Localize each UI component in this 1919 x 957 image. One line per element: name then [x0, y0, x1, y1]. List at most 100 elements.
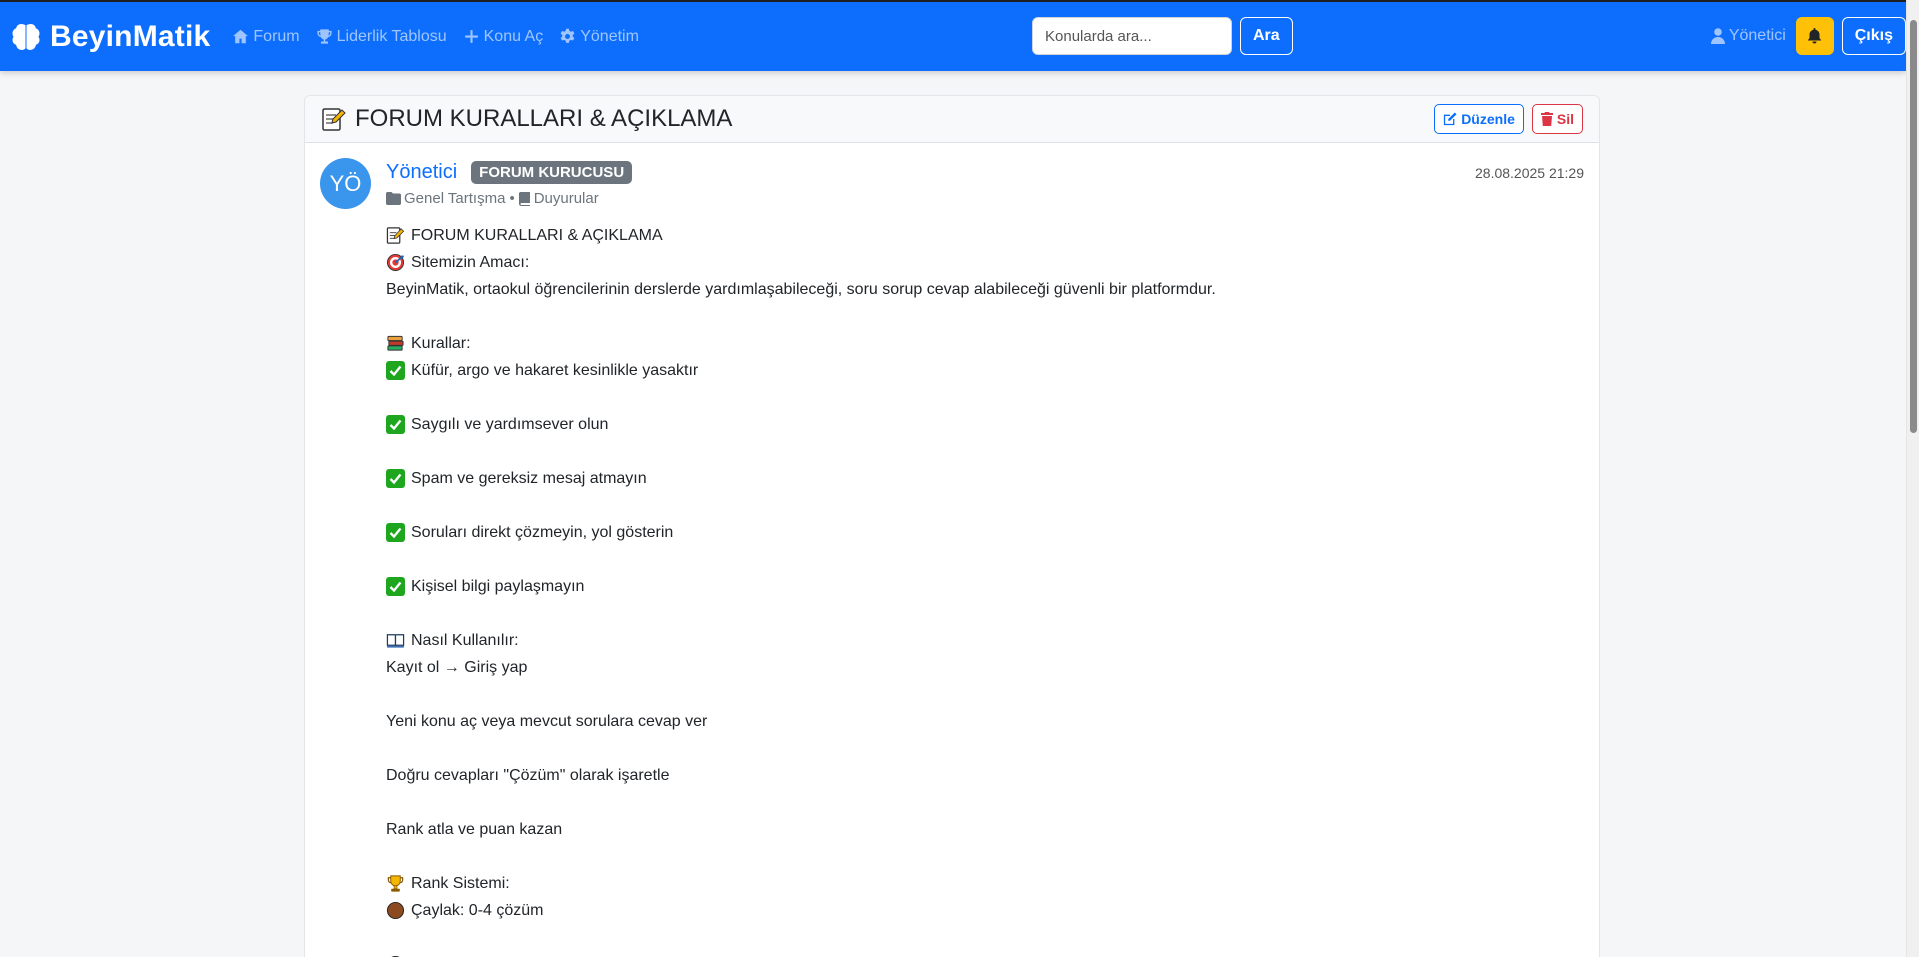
nav-admin[interactable]: Yönetim: [559, 28, 639, 46]
post-line: Kayıt ol → Giriş yap: [386, 654, 1566, 681]
post-body: FORUM KURALLARI & AÇIKLAMA Sitemizin Amac…: [386, 222, 1566, 957]
check-icon: [386, 523, 405, 542]
edit-icon: [1444, 112, 1457, 126]
nav-new-topic-label: Konu Aç: [483, 27, 544, 45]
post-line-text: FORUM KURALLARI & AÇIKLAMA: [411, 227, 663, 244]
author-name[interactable]: Yönetici: [386, 161, 457, 184]
user-profile-link[interactable]: Yönetici: [1710, 27, 1786, 45]
check-icon: [386, 415, 405, 434]
post-line: Doğru cevapları "Çözüm" olarak işaretle: [386, 762, 1566, 789]
post-line-text: Yeni konu aç veya mevcut sorulara cevap …: [386, 713, 708, 730]
nav-new-topic[interactable]: Konu Aç: [463, 27, 544, 46]
home-icon: [233, 29, 249, 44]
brand-name: BeyinMatik: [50, 19, 211, 53]
post-line-text: Nasıl Kullanılır:: [411, 632, 519, 649]
topic-title-text: FORUM KURALLARI & AÇIKLAMA: [355, 105, 733, 132]
post-line-text: Çaylak: 0-4 çözüm: [411, 902, 544, 919]
post-line-text: Rank Sistemi:: [411, 875, 510, 892]
delete-button[interactable]: Sil: [1531, 104, 1583, 134]
delete-button-label: Sil: [1556, 111, 1574, 127]
user-icon: [1710, 28, 1725, 44]
post-line-text: Sitemizin Amacı:: [411, 254, 530, 271]
gear-icon: [560, 28, 575, 43]
book-icon: [518, 191, 530, 206]
avatar[interactable]: YÖ: [320, 158, 371, 209]
trophy-icon: [386, 874, 405, 893]
post-line-text: BeyinMatik, ortaokul öğrencilerinin ders…: [386, 281, 1216, 298]
post-line: Kişisel bilgi paylaşmayın: [386, 573, 1566, 600]
book-icon: [386, 631, 405, 650]
post-line-text: Rank atla ve puan kazan: [386, 821, 563, 838]
trash-icon: [1540, 112, 1553, 126]
post-line-text: Küfür, argo ve hakaret kesinlikle yasakt…: [411, 362, 699, 379]
post-line-text: Saygılı ve yardımsever olun: [411, 416, 609, 433]
subcategory-link[interactable]: Duyurular: [534, 190, 599, 207]
post-line: Nasıl Kullanılır:: [386, 627, 1566, 654]
page-scrollbar[interactable]: [1906, 0, 1919, 957]
trophy-icon: [317, 29, 332, 44]
post-line: Spam ve gereksiz mesaj atmayın: [386, 465, 1566, 492]
post-line: Rank Sistemi:: [386, 870, 1566, 897]
nav-links: Forum Liderlik Tablosu Konu Aç Yönetim: [232, 28, 655, 46]
post-line: Rank atla ve puan kazan: [386, 816, 1566, 843]
nav-leaderboard-label: Liderlik Tablosu: [336, 27, 447, 45]
scrollbar-thumb[interactable]: [1910, 20, 1917, 433]
nav-forum-label: Forum: [253, 27, 300, 45]
check-icon: [386, 361, 405, 380]
topic-card: FORUM KURALLARI & AÇIKLAMA Düzenle Sil Y…: [304, 95, 1600, 957]
post-line-text: Doğru cevapları "Çözüm" olarak işaretle: [386, 767, 670, 784]
memo-icon: [322, 108, 346, 131]
nav-leaderboard[interactable]: Liderlik Tablosu: [316, 28, 447, 46]
post-line-text: Aktif: 5-9 çözüm: [411, 951, 526, 957]
post-line-text: Kayıt ol → Giriş yap: [386, 659, 528, 676]
post-line-text: Soruları direkt çözmeyin, yol gösterin: [411, 524, 674, 541]
search-input[interactable]: [1032, 17, 1232, 55]
edit-button-label: Düzenle: [1461, 111, 1515, 127]
post-line: Soruları direkt çözmeyin, yol gösterin: [386, 519, 1566, 546]
post-line-text: Kişisel bilgi paylaşmayın: [411, 578, 585, 595]
post-line: Çaylak: 0-4 çözüm: [386, 897, 1566, 924]
memo-icon: [386, 226, 405, 245]
logout-button[interactable]: Çıkış: [1841, 17, 1906, 55]
post-line: Kurallar:: [386, 330, 1566, 357]
plus-icon: [464, 30, 478, 43]
navbar: BeyinMatik Forum Liderlik Tablosu Konu A…: [0, 2, 1906, 71]
breadcrumb: Genel Tartışma • Duyurular: [386, 190, 632, 207]
category-link[interactable]: Genel Tartışma: [404, 190, 505, 207]
post-line-text: Kurallar:: [411, 335, 471, 352]
post-timestamp: 28.08.2025 21:29: [1475, 165, 1584, 181]
target-icon: [386, 253, 405, 272]
post-line: FORUM KURALLARI & AÇIKLAMA: [386, 222, 1566, 249]
search-button[interactable]: Ara: [1240, 17, 1293, 55]
folder-icon: [386, 192, 401, 205]
topic-header: FORUM KURALLARI & AÇIKLAMA Düzenle Sil: [305, 96, 1599, 143]
notifications-button[interactable]: [1795, 17, 1834, 55]
books-icon: [386, 334, 405, 353]
bell-icon: [1807, 28, 1822, 44]
post: YÖ Yönetici FORUM KURUCUSU Genel Tartışm…: [305, 143, 1599, 957]
user-name: Yönetici: [1728, 27, 1786, 44]
post-line: Küfür, argo ve hakaret kesinlikle yasakt…: [386, 357, 1566, 384]
brand-logo[interactable]: BeyinMatik: [10, 20, 210, 54]
post-meta: Yönetici FORUM KURUCUSU Genel Tartışma •…: [386, 158, 633, 207]
post-line: Aktif: 5-9 çözüm: [386, 951, 1566, 957]
post-line: Saygılı ve yardımsever olun: [386, 411, 1566, 438]
topic-title: FORUM KURALLARI & AÇIKLAMA: [321, 105, 732, 133]
nav-user-area: Yönetici Çıkış: [1710, 17, 1906, 55]
edit-button[interactable]: Düzenle: [1434, 104, 1524, 134]
nav-admin-label: Yönetim: [580, 27, 639, 45]
check-icon: [386, 577, 405, 596]
role-badge: FORUM KURUCUSU: [471, 160, 633, 184]
post-line: Sitemizin Amacı:: [386, 249, 1566, 276]
nav-forum[interactable]: Forum: [232, 27, 300, 46]
topic-actions: Düzenle Sil: [1434, 104, 1583, 134]
